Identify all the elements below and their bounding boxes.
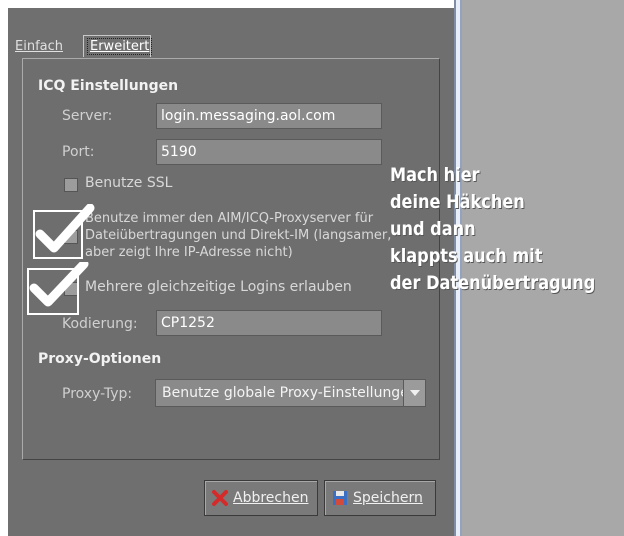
annotation-line: klappts auch mit [390,245,543,267]
port-label: Port: [62,144,95,160]
tab-einfach[interactable]: Einfach [12,35,82,57]
server-label: Server: [62,108,113,124]
server-field[interactable]: login.messaging.aol.com [156,103,382,129]
proxy-server-label[interactable]: Benutze immer den AIM/ICQ-Proxyserver fü… [85,210,391,261]
section-title-proxy: Proxy-Optionen [38,351,162,367]
proxy-type-label: Proxy-Typ: [62,386,133,402]
annotation-line: deine Häkchen [390,191,525,213]
ssl-checkbox[interactable] [64,178,78,192]
chevron-down-icon[interactable] [403,380,425,406]
tab-label: Erweitert [87,38,153,55]
proxy-type-select[interactable]: Benutze globale Proxy-Einstellungen [155,379,426,407]
annotation-line: der Datenübertragung [390,272,596,294]
section-title-icq: ICQ Einstellungen [38,78,179,94]
cancel-x-icon [211,489,229,507]
ssl-label[interactable]: Benutze SSL [85,175,172,192]
annotation-line: Mach hier [390,164,480,186]
multi-login-label[interactable]: Mehrere gleichzeitige Logins erlauben [85,279,352,296]
annotation-line: und dann [390,218,476,240]
proxy-type-value: Benutze globale Proxy-Einstellungen [162,385,418,401]
cancel-label: Abbrechen [233,490,309,506]
save-button[interactable]: Speichern [324,480,436,516]
save-label: Speichern [353,490,423,506]
annotation-text: Mach hier deine Häkchen und dann klappts… [390,162,595,297]
proxy-server-label-line3: aber zeigt Ihre IP-Adresse nicht) [85,245,293,260]
checkmark-annotation-icon [26,259,92,322]
tab-erweitert[interactable]: Erweitert [83,35,153,57]
save-disk-icon [331,489,349,507]
proxy-server-label-line1: Benutze immer den AIM/ICQ-Proxyserver fü… [85,211,374,226]
proxy-server-label-line2: Dateiübertragungen und Direkt-IM (langsa… [85,228,392,243]
port-field[interactable]: 5190 [156,139,382,165]
cancel-button[interactable]: Abbrechen [204,480,318,516]
checkmark-annotation-icon [32,203,98,264]
encoding-field[interactable]: CP1252 [156,310,382,336]
tab-label: Einfach [15,38,63,54]
